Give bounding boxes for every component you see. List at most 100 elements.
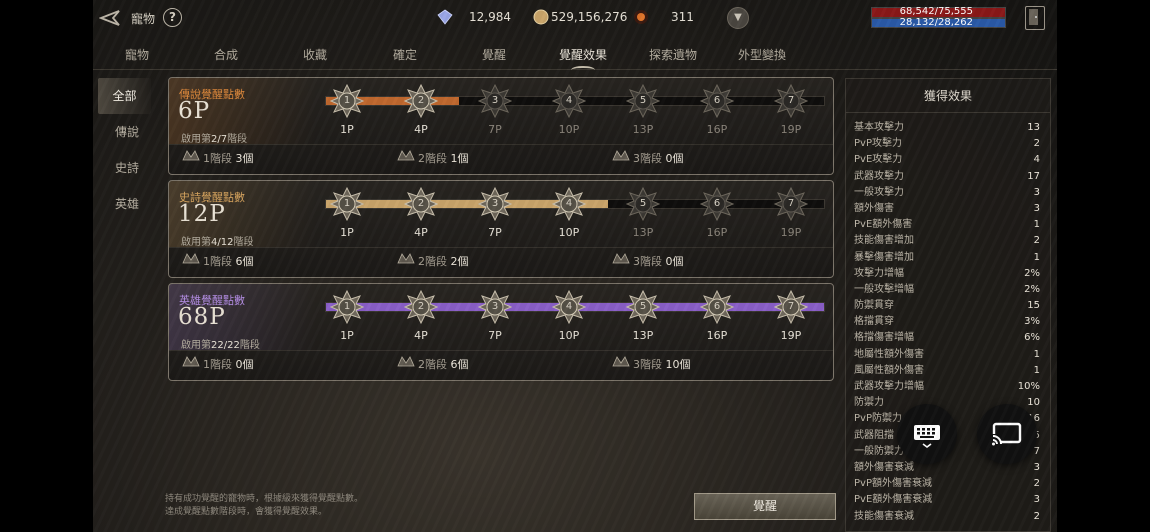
reward-count: 0個 <box>235 358 254 371</box>
keyboard-float-button[interactable] <box>897 404 957 464</box>
node-number: 3 <box>491 95 499 106</box>
stage-reward: 1階段 3個 <box>203 150 254 166</box>
effect-value: 2 <box>1033 138 1040 150</box>
effect-row: 技能傷害衰減 2 <box>846 509 1050 525</box>
effect-value: 17 <box>1027 170 1040 182</box>
tick-label: 19P <box>780 329 802 342</box>
node-number: 6 <box>713 301 721 312</box>
panel-points: 68P <box>178 304 226 330</box>
stage-node: 4 <box>551 186 587 222</box>
cast-float-button[interactable] <box>977 404 1037 464</box>
awaken-points-panel: 傳說覺醒點數 6P 啟用第2/7階段 1 1P 2 4P 3 7P 4 10P … <box>168 77 834 175</box>
panel-header: 史詩覺醒點數 12P 啟用第4/12階段 <box>169 181 317 248</box>
stage-reward: 1階段 6個 <box>203 253 254 269</box>
effect-row: 攻擊力增幅 2% <box>846 266 1050 282</box>
effect-name: 一般攻擊力 <box>854 186 904 198</box>
top-bar: 寵物 ? 12,984 529,156,276 311 ▼ 68,542/75,… <box>93 0 1057 38</box>
node-number: 6 <box>713 198 721 209</box>
tab-synthesis[interactable]: 合成 <box>186 46 266 63</box>
effect-value: 2 <box>1033 478 1040 490</box>
effect-name: 武器攻擊力 <box>854 170 904 182</box>
stage-emblem-icon <box>397 253 415 264</box>
tab-explore-relic[interactable]: 探索遺物 <box>633 46 713 63</box>
panel-points: 12P <box>178 201 226 227</box>
tick-label: 13P <box>632 226 654 239</box>
reward-count: 3個 <box>235 152 254 165</box>
tick-label: 10P <box>558 123 580 136</box>
node-number: 4 <box>565 301 573 312</box>
effect-name: 武器阻擋 <box>854 429 894 441</box>
exit-door-button[interactable] <box>1025 6 1045 30</box>
node-number: 4 <box>565 95 573 106</box>
effect-name: 格擋傷害增幅 <box>854 332 914 344</box>
fire-orb-icon <box>634 10 648 24</box>
stage-reward: 2階段 1個 <box>418 150 469 166</box>
effect-name: PvE額外傷害 <box>854 219 913 231</box>
stage-node: 7 <box>773 289 809 325</box>
effect-row: PvE額外傷害衰減 3 <box>846 492 1050 508</box>
filter-epic[interactable]: 史詩 <box>93 150 161 186</box>
tab-appearance[interactable]: 外型變換 <box>722 46 802 63</box>
tick-label: 16P <box>706 226 728 239</box>
tab-awaken-effect[interactable]: 覺醒效果 <box>543 46 623 68</box>
effect-value: 13 <box>1027 122 1040 133</box>
stage-reward: 2階段 6個 <box>418 356 469 372</box>
node-number: 5 <box>639 301 647 312</box>
filter-hero[interactable]: 英雄 <box>93 186 161 222</box>
tick-label: 13P <box>632 123 654 136</box>
effect-row: 武器攻擊力 17 <box>846 169 1050 185</box>
stage-node: 7 <box>773 186 809 222</box>
effect-value: 3 <box>1033 202 1040 214</box>
filter-legendary[interactable]: 傳說 <box>93 114 161 150</box>
node-number: 1 <box>343 198 351 209</box>
reward-count: 0個 <box>665 255 684 268</box>
awaken-button[interactable]: 覺醒 <box>694 493 836 520</box>
effect-name: PvE攻擊力 <box>854 154 903 166</box>
stage-node: 5 <box>625 83 661 119</box>
filter-all[interactable]: 全部 <box>98 78 151 114</box>
tab-collection[interactable]: 收藏 <box>275 46 355 63</box>
node-number: 3 <box>491 198 499 209</box>
effect-row: 地屬性額外傷害 1 <box>846 347 1050 363</box>
tab-pet[interactable]: 寵物 <box>97 46 177 63</box>
cast-icon <box>991 422 1022 446</box>
node-number: 7 <box>787 95 795 106</box>
stage-emblem-icon <box>612 253 630 264</box>
effect-row: 基本攻擊力 13 <box>846 120 1050 136</box>
effect-value: 2 <box>1033 510 1040 522</box>
tick-label: 1P <box>340 329 354 342</box>
tab-awaken[interactable]: 覺醒 <box>454 46 534 63</box>
stage-node: 4 <box>551 289 587 325</box>
panel-divider <box>169 144 833 145</box>
panel-header: 英雄覺醒點數 68P 啟用第22/22階段 <box>169 284 317 351</box>
effect-value: 1 <box>1033 364 1040 376</box>
stage-node: 6 <box>699 289 735 325</box>
node-number: 2 <box>417 198 425 209</box>
help-button[interactable]: ? <box>163 8 182 27</box>
awaken-points-panel: 英雄覺醒點數 68P 啟用第22/22階段 1 1P 2 4P 3 7P 4 1… <box>168 283 834 381</box>
stage-node: 3 <box>477 289 513 325</box>
effect-row: 一般攻擊力 3 <box>846 185 1050 201</box>
stage-emblem-icon <box>612 356 630 367</box>
stage-node: 1 <box>329 289 365 325</box>
back-button[interactable] <box>98 8 123 28</box>
effect-name: 一般攻擊增幅 <box>854 283 914 295</box>
effect-value: 10% <box>1017 381 1040 392</box>
effect-name: 武器攻擊力增幅 <box>854 381 924 392</box>
currency-dropdown-button[interactable]: ▼ <box>727 7 749 29</box>
effect-row: PvE攻擊力 4 <box>846 152 1050 168</box>
tick-label: 4P <box>414 123 428 136</box>
stage-node: 5 <box>625 186 661 222</box>
node-number: 3 <box>491 301 499 312</box>
tick-label: 7P <box>488 123 502 136</box>
effect-name: 格擋貫穿 <box>854 316 894 328</box>
node-number: 4 <box>565 198 573 209</box>
panel-stage: 啟用第4/12階段 <box>181 233 253 248</box>
stage-node: 2 <box>403 289 439 325</box>
tab-confirm[interactable]: 確定 <box>365 46 445 63</box>
footnote-line: 持有成功覺醒的寵物時，根據級來獲得覺醒點數。 <box>165 494 364 504</box>
stage-emblem-icon <box>397 150 415 161</box>
effect-name: 基本攻擊力 <box>854 122 904 133</box>
effect-row: 武器攻擊力增幅 10% <box>846 379 1050 395</box>
tick-label: 16P <box>706 123 728 136</box>
